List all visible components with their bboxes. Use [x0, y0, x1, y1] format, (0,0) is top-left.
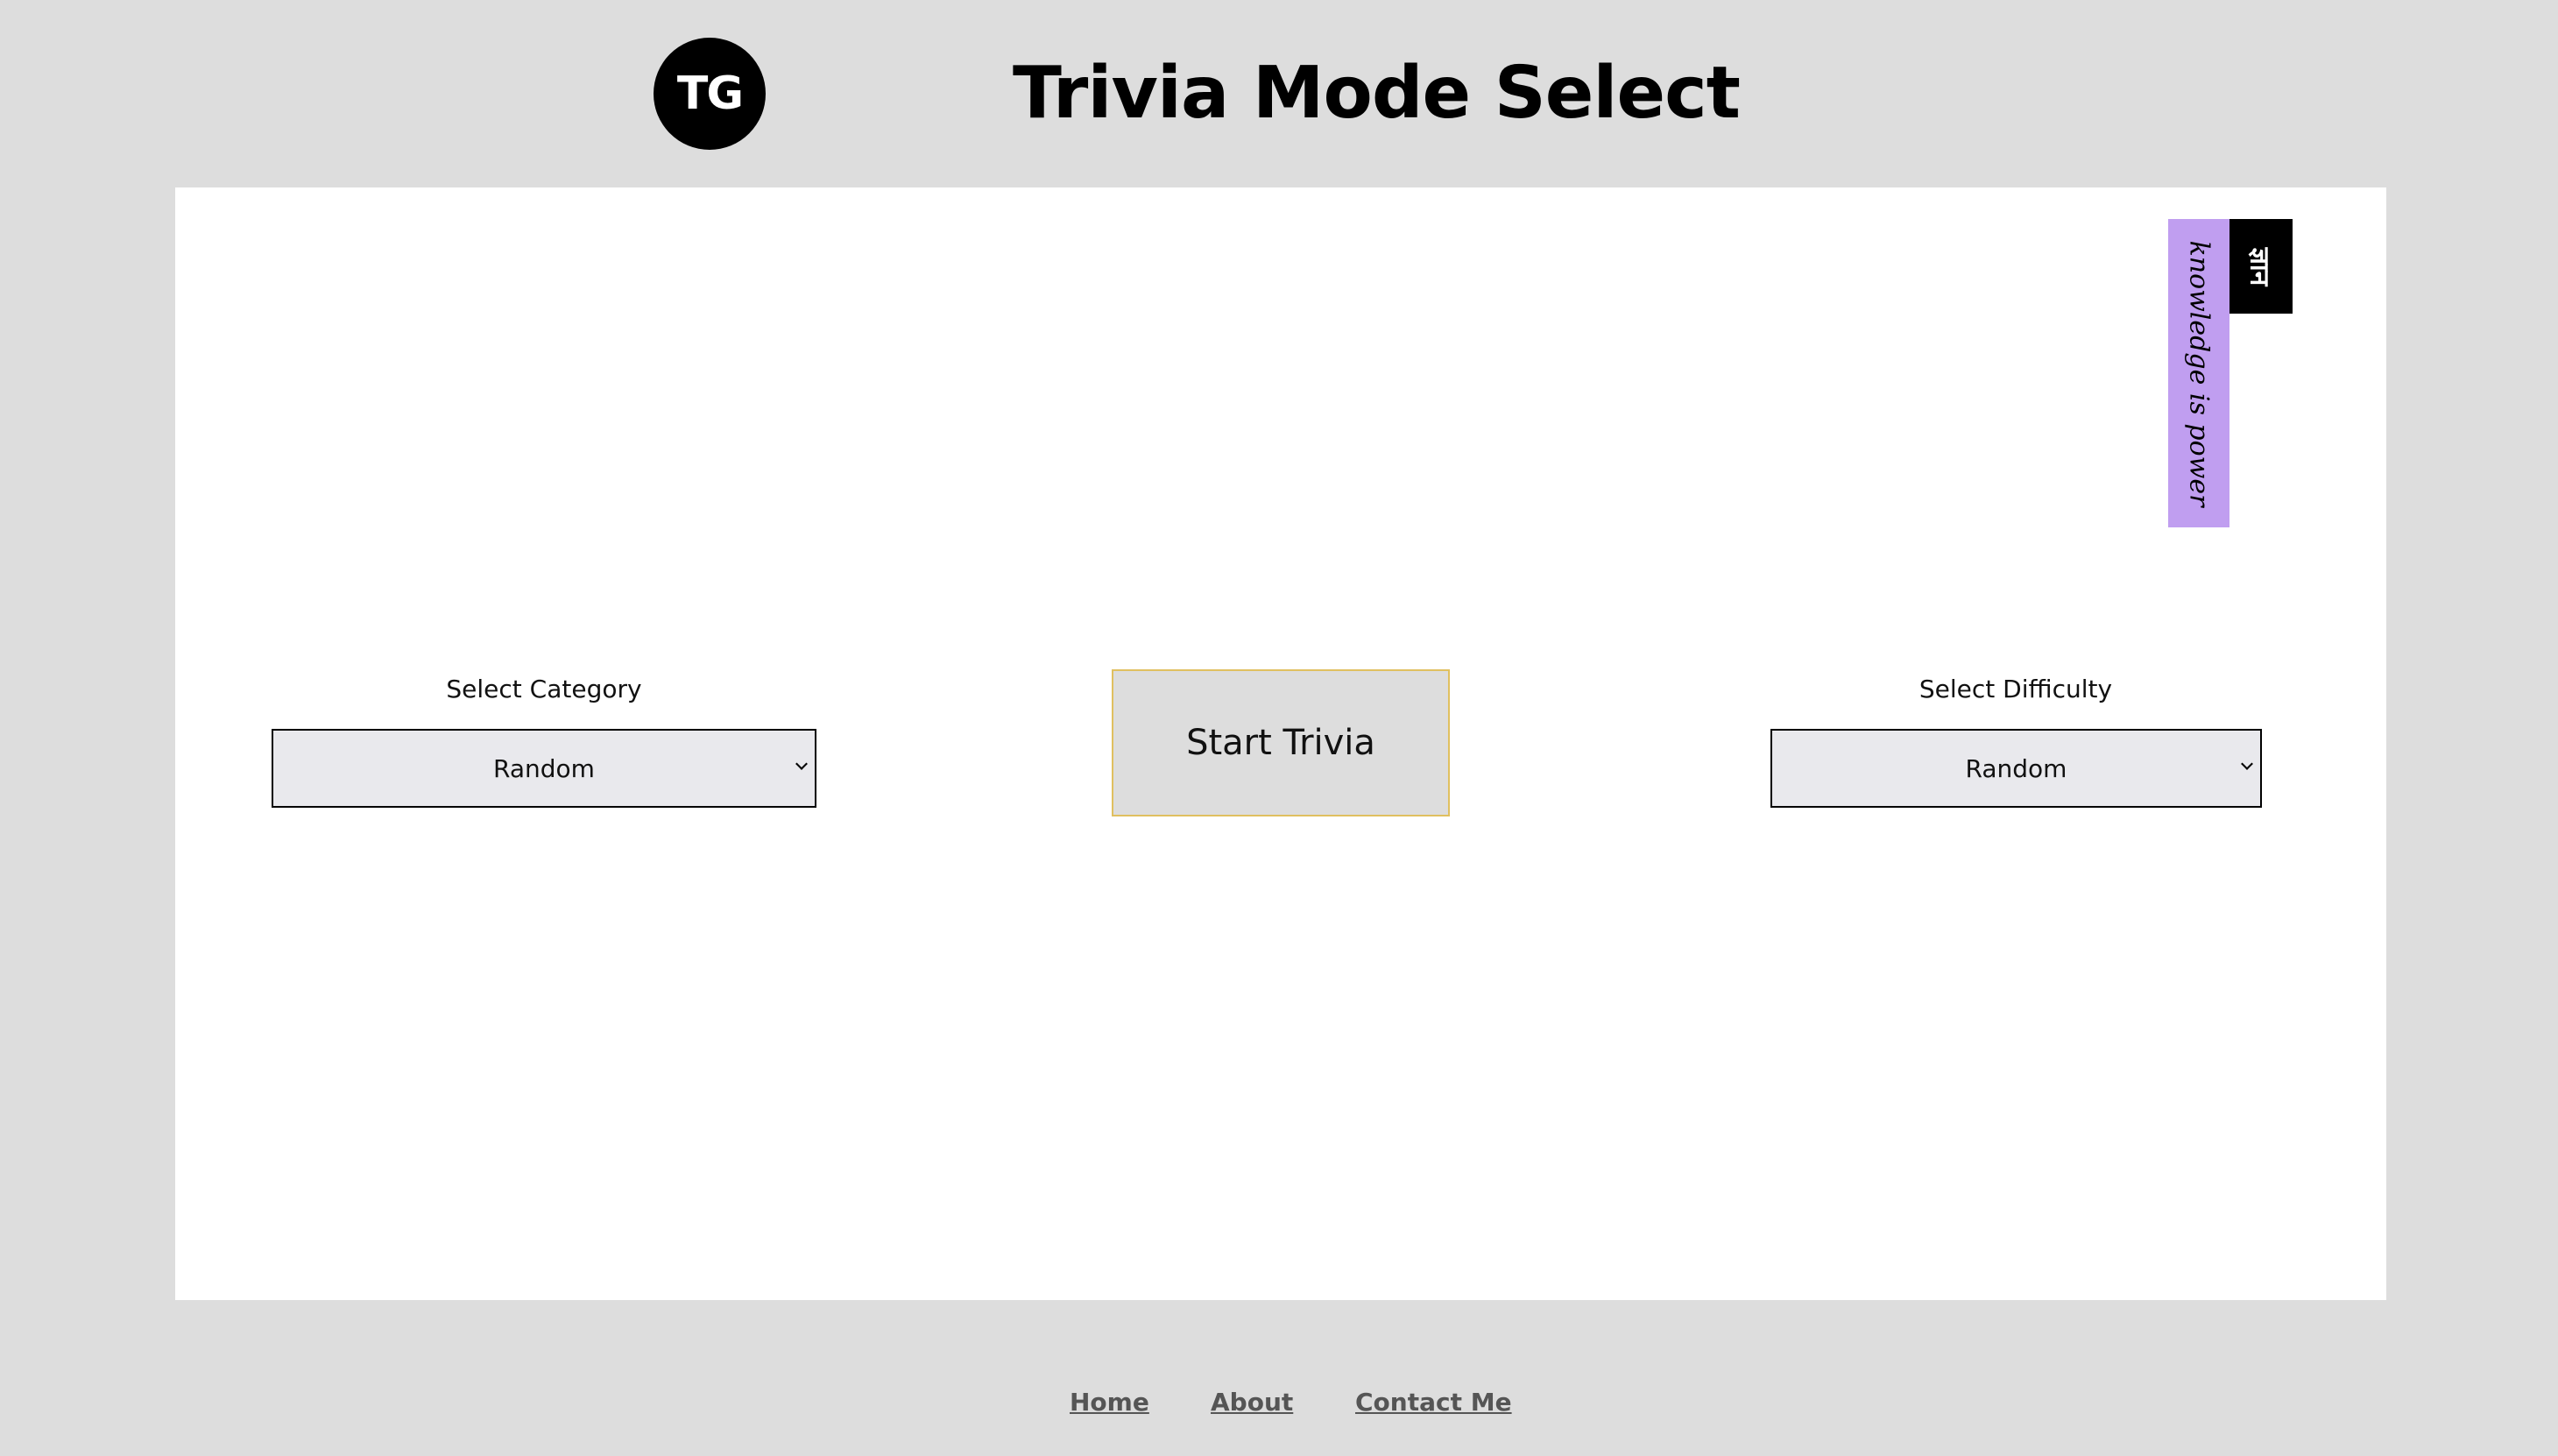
difficulty-label: Select Difficulty [1918, 675, 2113, 703]
category-select-value: Random [493, 753, 595, 783]
main-panel: knowledge is power ज्ञान Select Category… [175, 187, 2386, 1300]
footer-nav: Home About Contact Me [0, 1300, 2558, 1456]
ribbon-tab-text: ज्ञान [2244, 247, 2275, 286]
footer-link-home[interactable]: Home [1070, 1388, 1149, 1417]
footer-link-about[interactable]: About [1211, 1388, 1293, 1417]
chevron-down-icon [795, 758, 808, 770]
difficulty-select[interactable]: Random [1770, 729, 2262, 808]
ribbon-tagline: knowledge is power [2183, 240, 2215, 506]
chevron-down-icon [2241, 758, 2253, 770]
category-select[interactable]: Random [272, 729, 816, 808]
footer-link-contact[interactable]: Contact Me [1355, 1388, 1512, 1417]
page-header: TG Trivia Mode Select [0, 0, 2558, 187]
logo: TG [654, 38, 766, 150]
category-label: Select Category [446, 675, 642, 703]
page-title: Trivia Mode Select [1013, 52, 1741, 135]
start-trivia-label: Start Trivia [1186, 723, 1375, 763]
difficulty-select-value: Random [1965, 753, 2067, 783]
ribbon-tab: ज्ञान [2229, 219, 2293, 314]
tagline-ribbon: knowledge is power [2168, 219, 2229, 527]
logo-text: TG [676, 67, 744, 120]
start-trivia-button[interactable]: Start Trivia [1112, 669, 1450, 816]
